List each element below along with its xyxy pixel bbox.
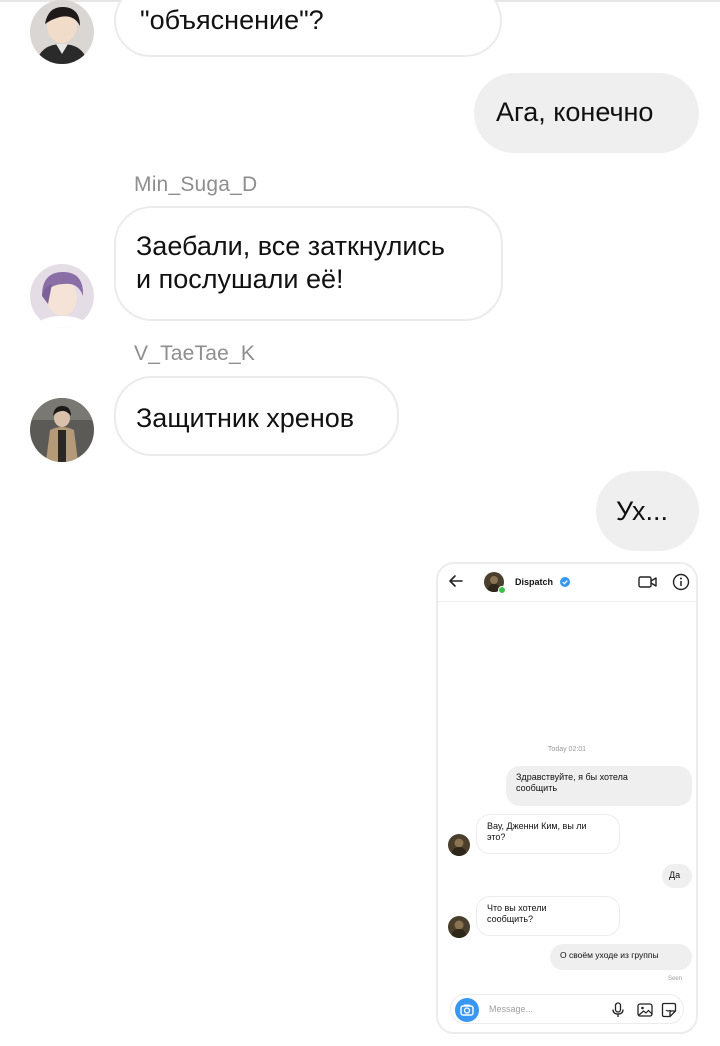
message-text-line: сообщить (516, 783, 558, 793)
message-text-line: Заебали, все заткнулись (136, 231, 445, 261)
online-status-indicator (498, 586, 506, 594)
message-text-line: О своём уходе из группы (560, 950, 659, 960)
message-text-line: и послушали её! (136, 264, 344, 294)
sticker-icon (661, 1002, 677, 1018)
message-bubble-outgoing[interactable]: Ух... (596, 471, 699, 551)
message-text-line: Да (669, 870, 681, 880)
info-icon (672, 573, 690, 591)
message-text: Защитник хренов (136, 403, 355, 433)
avatar[interactable] (30, 0, 94, 64)
verified-badge-icon (560, 577, 570, 587)
screenshot-message-input: Message... (450, 994, 684, 1024)
message-bubble-incoming[interactable]: Заебали, все заткнулись и послушали её! (114, 206, 503, 321)
avatar (448, 834, 470, 856)
screenshot-timestamp: Today 02:01 (547, 746, 587, 753)
message-text: Ух... (616, 496, 668, 526)
avatar[interactable] (30, 264, 94, 328)
screenshot-message-outgoing: О своём уходе из группы (550, 944, 692, 970)
message-text-line: сообщить? (487, 914, 534, 924)
avatar[interactable] (30, 398, 94, 462)
message-bubble-incoming[interactable]: Защитник хренов (114, 376, 399, 456)
message-bubble-outgoing[interactable]: Ага, конечно (474, 73, 699, 153)
microphone-icon (612, 1002, 624, 1017)
message-text-line: это? (487, 832, 506, 842)
message-text-line: Вау, Дженни Ким, вы ли (487, 821, 587, 831)
message-text: Ага, конечно (496, 97, 654, 127)
message-text-line: Что вы хотели (487, 903, 547, 913)
sender-name: V_TaeTae_K (134, 342, 256, 365)
video-camera-icon (638, 576, 657, 588)
image-icon (637, 1003, 653, 1017)
message-text-line: Здравствуйте, я бы хотела (516, 772, 628, 782)
camera-icon (455, 998, 479, 1022)
screenshot-message-outgoing: Здравствуйте, я бы хотела сообщить (506, 766, 692, 806)
arrow-left-icon (449, 575, 463, 587)
screenshot-message-outgoing: Да (662, 864, 692, 888)
message-text: "объяснение"? (140, 5, 324, 35)
seen-label: Seen (667, 976, 682, 982)
message-bubble-incoming[interactable]: "объяснение"? (114, 0, 502, 57)
screenshot-chat-name: Dispatch (515, 577, 554, 587)
screenshot-message-incoming: Что вы хотели сообщить? (476, 896, 620, 936)
sender-name: Min_Suga_D (134, 173, 258, 196)
input-placeholder: Message... (489, 1004, 534, 1014)
avatar (448, 916, 470, 938)
shared-screenshot[interactable]: Dispatch Today 02:01 Здравствуйте, я бы … (436, 562, 698, 1034)
screenshot-chat-header: Dispatch (438, 564, 696, 602)
screenshot-message-incoming: Вау, Дженни Ким, вы ли это? (476, 814, 620, 854)
